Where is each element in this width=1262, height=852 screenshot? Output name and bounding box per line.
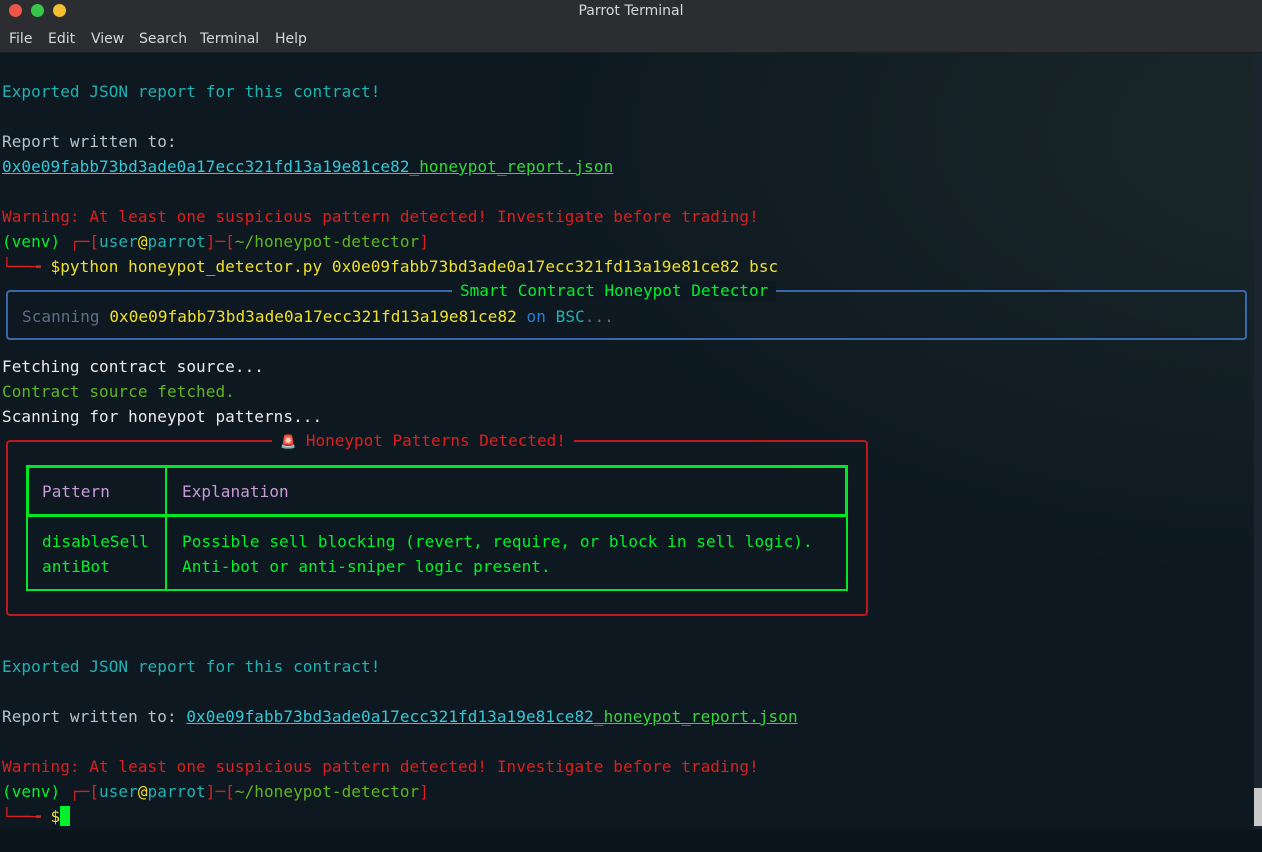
fetching-message: Fetching contract source...	[2, 357, 264, 376]
table-row-pattern: antiBot	[42, 557, 110, 576]
scanning-dots: ...	[584, 307, 614, 326]
prompt-host: parrot	[147, 232, 206, 251]
prompt-dollar: $	[50, 807, 61, 826]
report-line-2: Report written to: 0x0e09fabb73bd3ade0a1…	[2, 704, 798, 729]
patterns-title-text: Honeypot Patterns Detected!	[305, 431, 566, 450]
prompt-path: ~/honeypot-detector	[234, 232, 420, 251]
prompt-at: @	[137, 232, 148, 251]
venv-label: (venv)	[2, 782, 70, 801]
table-row-explanation: Anti-bot or anti-sniper logic present.	[182, 557, 551, 576]
menu-terminal[interactable]: Terminal	[200, 31, 259, 47]
prompt-dollar: $	[50, 257, 61, 276]
scanning-on: on	[516, 307, 556, 326]
report-label-1: Report written to:	[2, 132, 177, 151]
bottom-strip	[0, 830, 1262, 852]
prompt-corner: └──╼	[2, 807, 51, 826]
prompt-bracket: ┌─[	[69, 232, 100, 251]
menu-search[interactable]: Search	[139, 31, 187, 47]
table-row-explanation: Possible sell blocking (revert, require,…	[182, 532, 813, 551]
command-text: python honeypot_detector.py 0x0e09fabb73…	[60, 257, 779, 276]
input-line[interactable]: └──╼ $	[2, 804, 71, 829]
scrollbar[interactable]	[1254, 53, 1262, 829]
prompt-path: ~/honeypot-detector	[234, 782, 420, 801]
prompt-bracket: ]─[	[205, 782, 235, 801]
prompt-host: parrot	[147, 782, 206, 801]
header-pattern: Pattern	[42, 482, 110, 501]
venv-label: (venv)	[2, 232, 70, 251]
menu-edit[interactable]: Edit	[48, 31, 75, 47]
detector-panel-title: Smart Contract Honeypot Detector	[452, 281, 777, 301]
report-file-link[interactable]: 0x0e09fabb73bd3ade0a17ecc321fd13a19e81ce…	[186, 707, 594, 726]
table-row-pattern: disableSell	[42, 532, 149, 551]
patterns-panel-title: 🚨 Honeypot Patterns Detected!	[272, 431, 574, 453]
exported-message-2: Exported JSON report for this contract!	[2, 657, 381, 676]
menu-view[interactable]: View	[91, 31, 124, 47]
report-file-suffix[interactable]: _honeypot_report.json	[410, 157, 614, 176]
window-title: Parrot Terminal	[578, 3, 684, 19]
exported-message-1: Exported JSON report for this contract!	[2, 82, 381, 101]
prompt-line-2: (venv) ┌─[user@parrot]─[~/honeypot-detec…	[2, 779, 429, 804]
prompt-user: user	[99, 232, 138, 251]
patterns-table-header	[26, 465, 848, 517]
scanning-line: Scanning 0x0e09fabb73bd3ade0a17ecc321fd1…	[22, 304, 614, 329]
scrollbar-thumb[interactable]	[1254, 788, 1262, 826]
menu-bar: File Edit View Search Terminal Help	[0, 24, 1262, 53]
title-bar: Parrot Terminal	[0, 0, 1262, 24]
fetched-message: Contract source fetched.	[2, 382, 235, 401]
prompt-line-1: (venv) ┌─[user@parrot]─[~/honeypot-detec…	[2, 229, 429, 254]
report-file-link[interactable]: 0x0e09fabb73bd3ade0a17ecc321fd13a19e81ce…	[2, 157, 410, 176]
header-explanation: Explanation	[182, 482, 289, 501]
prompt-bracket: ┌─[	[69, 782, 100, 801]
warning-message-1: Warning: At least one suspicious pattern…	[2, 207, 759, 226]
report-file-suffix[interactable]: _honeypot_report.json	[594, 707, 798, 726]
text-cursor[interactable]	[60, 806, 71, 826]
prompt-bracket: ]	[419, 232, 429, 251]
prompt-corner: └──╼	[2, 257, 51, 276]
warning-message-2: Warning: At least one suspicious pattern…	[2, 757, 759, 776]
alarm-icon: 🚨	[280, 435, 297, 450]
menu-help[interactable]: Help	[275, 31, 307, 47]
command-line: └──╼ $python honeypot_detector.py 0x0e09…	[2, 254, 778, 279]
prompt-user: user	[99, 782, 138, 801]
menu-file[interactable]: File	[9, 31, 32, 47]
table-divider	[165, 465, 167, 591]
prompt-bracket: ]	[419, 782, 429, 801]
scanning-label: Scanning	[22, 307, 110, 326]
prompt-bracket: ]─[	[205, 232, 235, 251]
terminal-area[interactable]: Exported JSON report for this contract! …	[0, 53, 1262, 852]
scanning-chain: BSC	[555, 307, 585, 326]
report-path-1[interactable]: 0x0e09fabb73bd3ade0a17ecc321fd13a19e81ce…	[2, 154, 613, 179]
scanning-patterns-message: Scanning for honeypot patterns...	[2, 407, 323, 426]
report-label-2: Report written to:	[2, 707, 177, 726]
prompt-at: @	[137, 782, 148, 801]
scanning-address: 0x0e09fabb73bd3ade0a17ecc321fd13a19e81ce…	[109, 307, 517, 326]
